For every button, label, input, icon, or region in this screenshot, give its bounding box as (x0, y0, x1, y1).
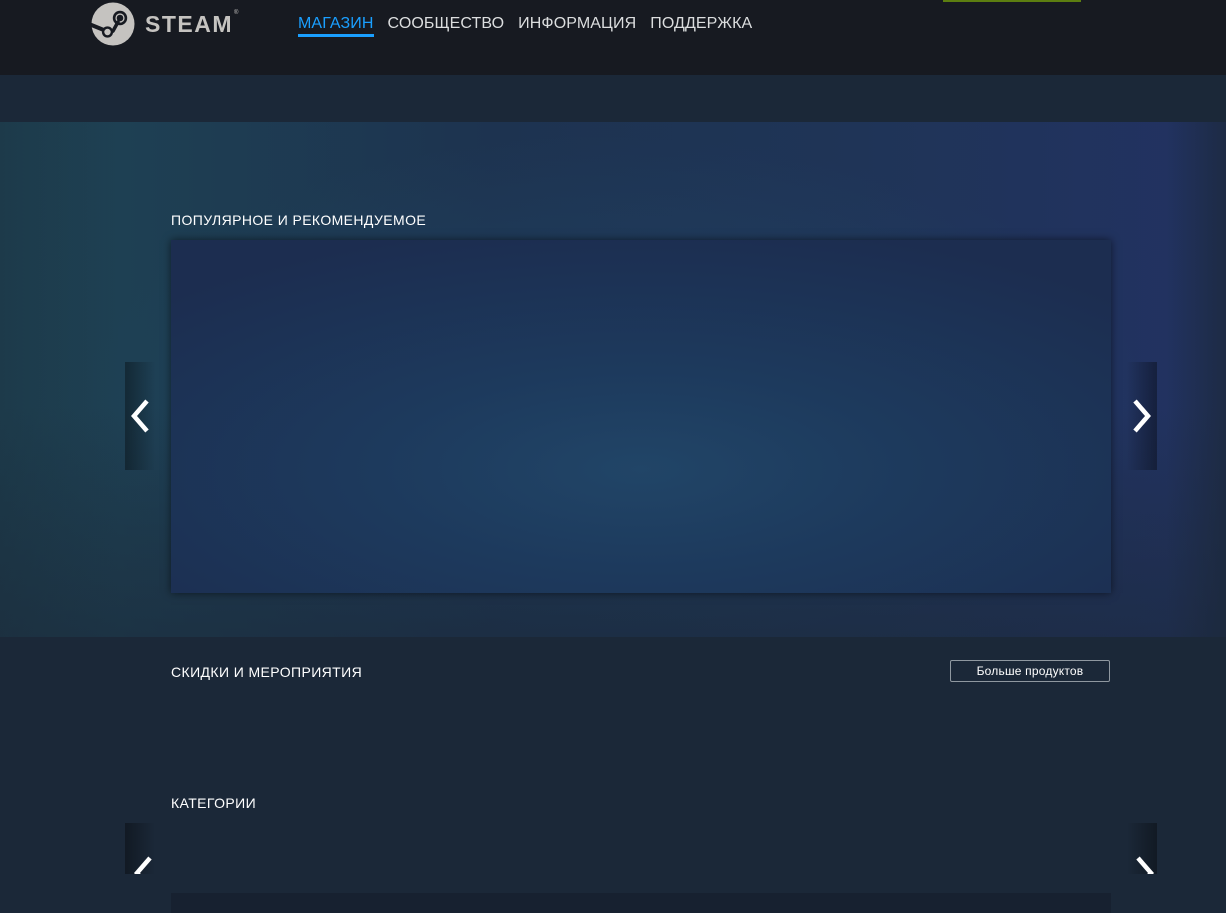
registered-mark: ® (234, 10, 239, 16)
categories-prev-button[interactable] (125, 823, 157, 874)
steam-logo-text: STEAM (145, 10, 233, 37)
more-products-button[interactable]: Больше продуктов (950, 660, 1110, 682)
nav-community[interactable]: Сообщество (388, 15, 505, 37)
featured-carousel[interactable] (171, 240, 1111, 593)
store-subheader-band (0, 75, 1226, 125)
categories-section-title: Категории (171, 795, 257, 811)
chevron-right-icon (1131, 399, 1151, 433)
nav-store[interactable]: Магазин (298, 15, 374, 37)
global-header: STEAM ® Магазин Сообщество Информация По… (0, 0, 1226, 75)
steam-logo-icon (91, 2, 135, 46)
steam-logo[interactable]: STEAM ® (91, 2, 238, 46)
install-steam-button[interactable] (943, 0, 1081, 2)
carousel-next-button[interactable] (1125, 362, 1157, 470)
hero-edge-shade (1166, 122, 1226, 637)
nav-support[interactable]: Поддержка (650, 15, 752, 37)
chevron-left-icon (134, 856, 152, 874)
specials-section-title: Скидки и мероприятия (171, 664, 363, 680)
nav-about[interactable]: Информация (518, 15, 636, 37)
categories-next-button[interactable] (1125, 823, 1157, 874)
featured-section-title: Популярное и рекомендуемое (171, 212, 427, 228)
chevron-left-icon (131, 399, 151, 433)
main-nav: Магазин Сообщество Информация Поддержка (298, 15, 766, 37)
categories-carousel[interactable] (171, 893, 1111, 913)
carousel-prev-button[interactable] (125, 362, 157, 470)
chevron-right-icon (1136, 856, 1154, 874)
